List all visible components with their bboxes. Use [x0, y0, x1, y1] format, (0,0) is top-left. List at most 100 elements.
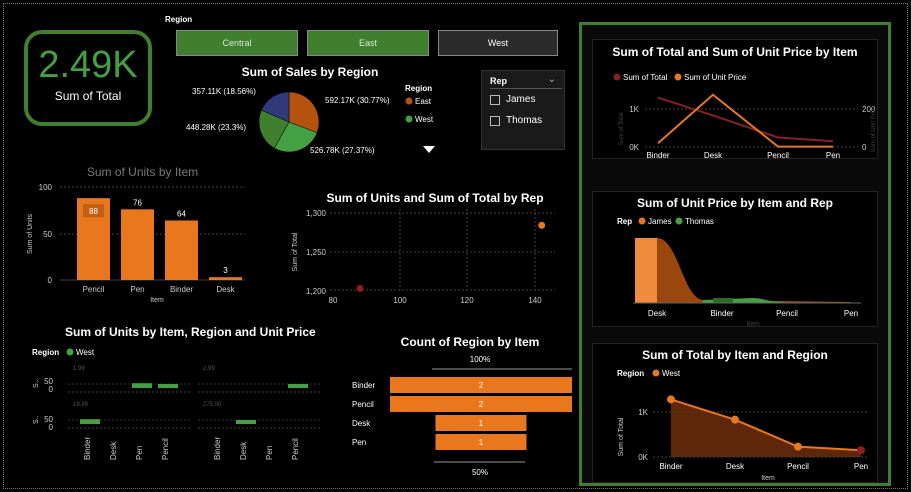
region-button-east[interactable]: East	[307, 30, 429, 56]
sm-panels: 1.99 2.99 19.99 275.00 Binder Desk Pen Pencil Bi…	[68, 366, 320, 460]
bar-binder	[165, 220, 198, 280]
units-bar-chart: 100 50 0 Sum of Units 88 Pencil 76 Pen 64 Bin…	[27, 183, 245, 304]
c2-title: Sum of Unit Price by Item and Rep	[636, 196, 834, 210]
ytick-50: 50	[43, 230, 52, 239]
pie-chart: 357.11K (18.56%) 592.17K (30.77%) 448.28…	[186, 84, 435, 155]
c1-yright-label: Sum of Unit Price	[871, 105, 877, 152]
c1-yleft-label: Sum of Total	[619, 112, 625, 145]
legend-east-marker	[405, 97, 413, 105]
sm-bar	[80, 419, 100, 424]
c3-legend-west: West	[662, 369, 681, 378]
scatter-point-1	[538, 221, 546, 229]
sm-legend-west: West	[76, 348, 95, 357]
xtick: 120	[460, 296, 474, 304]
c2-xlabel: Item	[746, 321, 760, 328]
c2-chart: Rep James Thomas Desk Binder Pencil Pen Ite…	[617, 217, 861, 328]
c2-area-james	[657, 238, 851, 303]
sm-panel-label: 19.99	[73, 402, 89, 408]
pie-title: Sum of Sales by Region	[241, 65, 379, 79]
kpi-card: 2.49K Sum of Total	[24, 30, 152, 126]
sm-panel-label: 275.00	[203, 402, 222, 408]
funnel-label: Binder	[352, 381, 375, 390]
sm-xtick: Desk	[109, 441, 118, 460]
unitprice-rep-card: Sum of Unit Price by Item and Rep Rep Ja…	[592, 191, 878, 328]
kpi-label: Sum of Total	[54, 89, 122, 103]
sm-panel-label: 1.99	[73, 366, 85, 372]
scatter-chart: 1,300 1,250 1,200 80 100 120 140 Sum of …	[292, 209, 555, 304]
right-panel: Sum of Total and Sum of Unit Price by It…	[579, 22, 891, 486]
small-multiples-title: Sum of Units by Item, Region and Unit Pr…	[65, 325, 316, 339]
rep-option-thomas[interactable]: Thomas	[490, 115, 542, 126]
sm-panel-label: 2.99	[203, 366, 215, 372]
svg-text:1K: 1K	[629, 105, 639, 114]
rep-slicer-title: Rep	[490, 76, 508, 86]
c3-ylabel: Sum of Total	[618, 417, 625, 456]
c1-legend-unitprice: Sum of Unit Price	[684, 73, 747, 82]
funnel-label: Pen	[352, 438, 366, 447]
funnel-label: Desk	[352, 419, 371, 428]
funnel-top-label: 100%	[470, 355, 490, 364]
pie-legend-title: Region	[405, 84, 432, 93]
divider	[490, 88, 562, 89]
scatter-point-0	[356, 284, 364, 292]
c2-legend-title: Rep	[617, 217, 632, 226]
xtick-pencil: Pencil	[83, 285, 105, 294]
pie-label-3: 448.28K (23.3%)	[186, 123, 246, 132]
sm-xtick: Pen	[135, 446, 144, 460]
legend-scroll-icon[interactable]	[423, 146, 435, 153]
data-label: 88	[89, 207, 98, 216]
c3-xtick: Binder	[659, 462, 682, 471]
sm-ylabel: S..	[33, 379, 40, 388]
scatter-points	[356, 221, 546, 292]
units-ylabel: Sum of Units	[27, 213, 34, 254]
funnel-bars: 2 Binder 2 Pencil 1 Desk 1 Pen	[352, 377, 572, 450]
scatter-ylabel: Sum of Total	[292, 232, 299, 271]
svg-text:0: 0	[49, 423, 54, 432]
c2-desk-james-bar	[635, 238, 657, 303]
c1-title: Sum of Total and Sum of Unit Price by It…	[612, 45, 858, 59]
c2-legend-thomas: Thomas	[685, 217, 714, 226]
funnel-value: 1	[479, 438, 484, 447]
sm-bar	[158, 384, 178, 388]
xtick: 100	[393, 296, 407, 304]
rep-option-james[interactable]: James	[490, 94, 535, 105]
sm-xtick: Desk	[239, 441, 248, 460]
ytick-100: 100	[39, 183, 53, 192]
c2-legend-james: James	[648, 217, 672, 226]
chevron-down-icon[interactable]: ⌄	[548, 74, 556, 85]
c2-xtick: Binder	[710, 309, 733, 318]
pie-legend-west: West	[415, 115, 434, 124]
c2-xtick: Desk	[648, 309, 667, 318]
c3-point	[667, 395, 675, 404]
sm-ylabel: S..	[33, 415, 40, 424]
sm-bar	[132, 383, 152, 388]
c1-xtick: Pencil	[767, 151, 789, 159]
region-button-west[interactable]: West	[438, 30, 558, 56]
funnel-value: 2	[479, 381, 484, 390]
scatter-title: Sum of Units and Sum of Total by Rep	[326, 191, 544, 205]
units-chart-title: Sum of Units by Item	[86, 165, 199, 179]
bar-pen	[121, 209, 154, 280]
checkbox-icon[interactable]	[490, 94, 500, 105]
ytick: 1,200	[306, 287, 327, 296]
c3-chart: Region West 1K 0K Sum of Total Binder Des…	[617, 369, 868, 482]
svg-text:0K: 0K	[638, 453, 648, 462]
svg-text:0: 0	[862, 143, 867, 152]
region-button-central[interactable]: Central	[176, 30, 298, 56]
funnel-value: 2	[479, 400, 484, 409]
pie-label-1: 357.11K (18.56%)	[192, 87, 256, 96]
checkbox-icon[interactable]	[490, 115, 500, 126]
sm-bar	[288, 384, 308, 388]
funnel-chart: 100% 2 Binder 2 Pencil 1 Desk 1 Pen 50%	[352, 355, 572, 477]
c3-point	[857, 446, 865, 455]
total-unitprice-card: Sum of Total and Sum of Unit Price by It…	[592, 39, 878, 160]
c2-areas: Desk Binder Pencil Pen	[635, 238, 858, 318]
c3-point	[794, 442, 802, 451]
c3-legend-title: Region	[617, 369, 644, 378]
svg-text:1K: 1K	[638, 408, 648, 417]
funnel-value: 1	[479, 419, 484, 428]
data-label: 76	[133, 198, 142, 207]
ytick-0: 0	[48, 276, 53, 285]
c1-chart: Sum of Total Sum of Unit Price 1K 0K 200…	[613, 73, 877, 160]
ytick: 1,300	[306, 209, 327, 218]
